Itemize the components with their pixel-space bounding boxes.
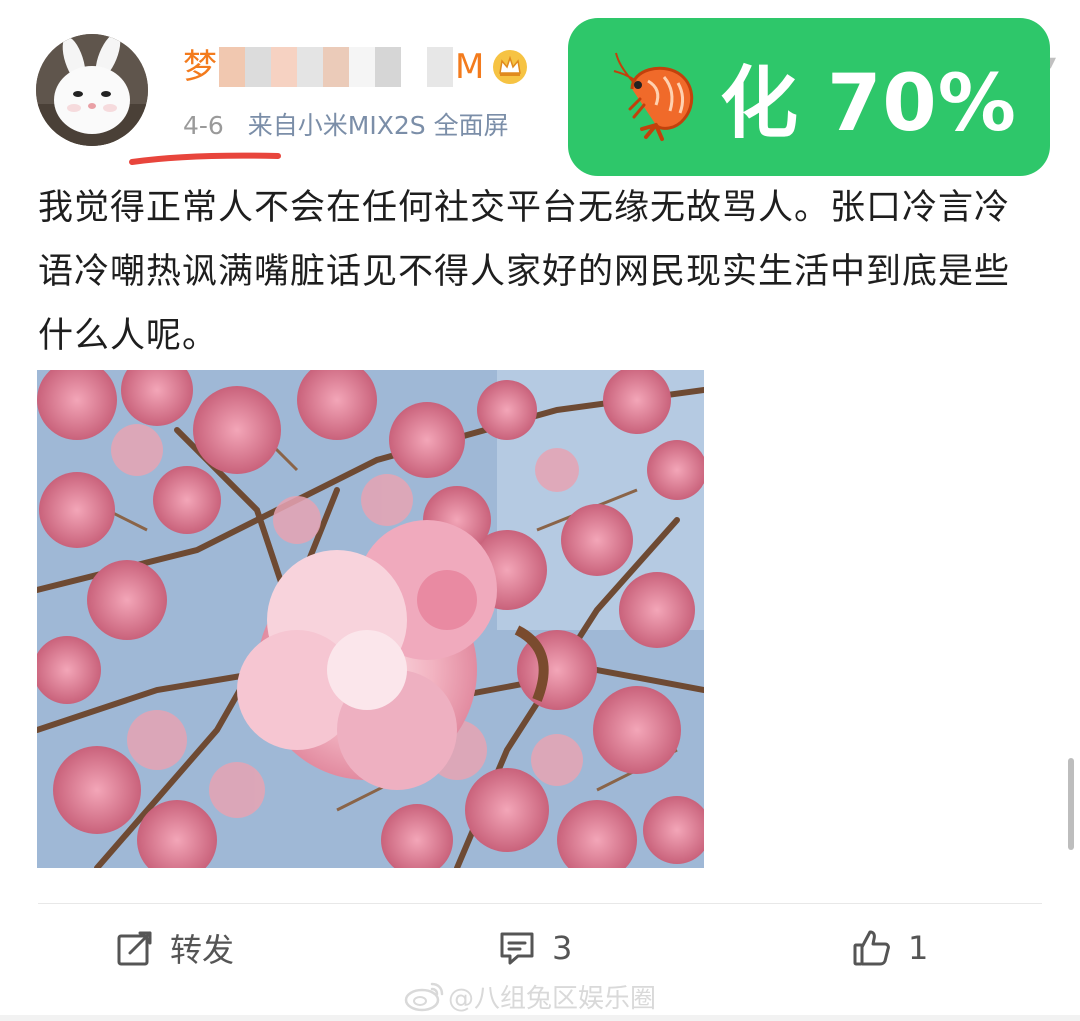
- username-censor-mosaic: [219, 47, 453, 87]
- like-count: 1: [908, 929, 929, 967]
- progress-text: 化 70%: [720, 59, 1017, 149]
- progress-badge: 化 70%: [568, 18, 1050, 176]
- thumbs-up-icon: [853, 930, 890, 966]
- post-meta: 4-6 来自小米MIX2S 全面屏: [183, 106, 509, 146]
- shrimp-icon: [613, 52, 694, 141]
- repost-button[interactable]: 转发: [116, 920, 234, 976]
- username-end[interactable]: M: [455, 42, 484, 92]
- repost-icon: [117, 931, 152, 966]
- crown-icon[interactable]: [492, 49, 528, 85]
- avatar[interactable]: [36, 34, 148, 146]
- like-button[interactable]: 1: [852, 920, 928, 976]
- red-underline-mark: [129, 152, 281, 165]
- post-date: 4-6: [183, 111, 224, 140]
- username[interactable]: 梦 M: [183, 42, 528, 92]
- watermark: @八组兔区娱乐圈: [404, 976, 656, 1016]
- comment-icon: [500, 932, 534, 965]
- comment-button[interactable]: 3: [498, 920, 572, 976]
- white-rabbit-avatar: [36, 34, 148, 146]
- post-source: 来自小米MIX2S 全面屏: [247, 111, 509, 140]
- weibo-logo: [404, 982, 444, 1012]
- repost-label: 转发: [170, 931, 235, 969]
- comment-count: 3: [552, 929, 573, 967]
- watermark-text: @八组兔区娱乐圈: [448, 983, 657, 1014]
- action-divider: [38, 903, 1042, 904]
- bottom-strip: [0, 1015, 1080, 1021]
- post-text: 我觉得正常人不会在任何社交平台无缘无故骂人。张口冷言冷语冷嘲热讽满嘴脏话见不得人…: [38, 188, 1011, 356]
- cherry-blossom-image: [37, 370, 704, 868]
- pink-cherry-blossom-photo[interactable]: [37, 370, 704, 868]
- scrollbar[interactable]: [1068, 758, 1074, 850]
- username-start[interactable]: 梦: [183, 42, 217, 92]
